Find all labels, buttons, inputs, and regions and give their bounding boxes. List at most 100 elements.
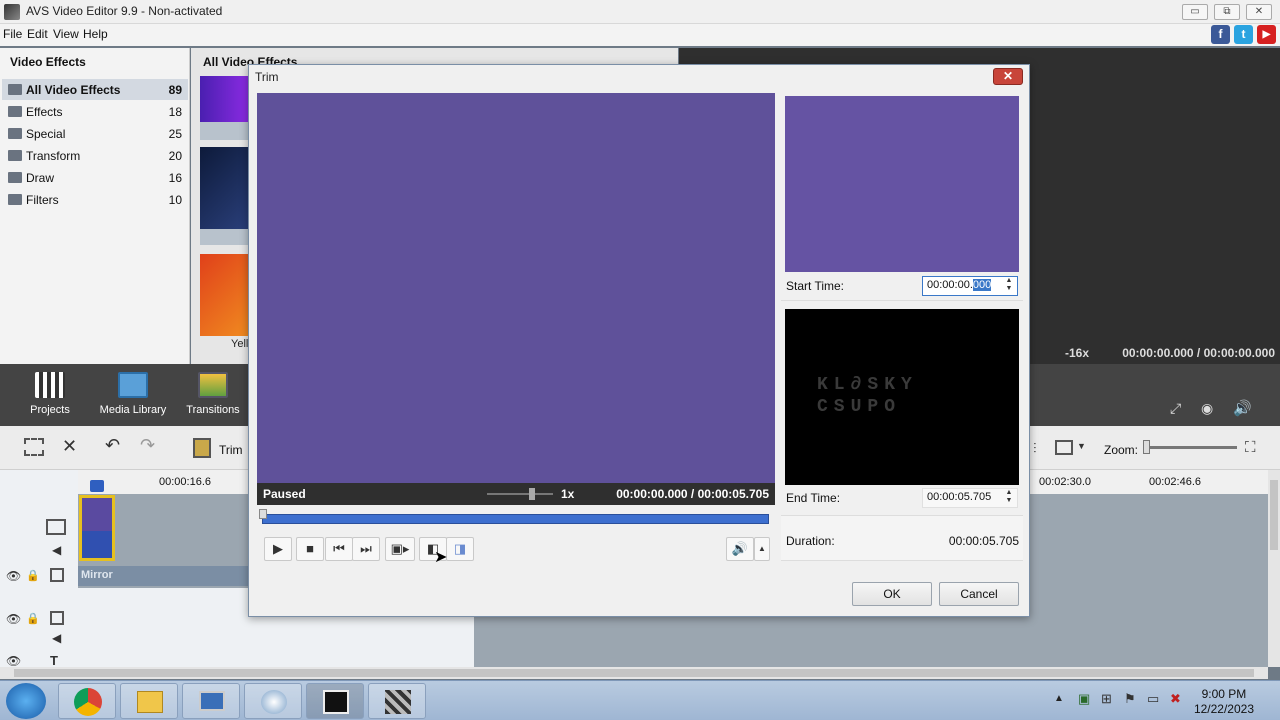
effect-clip-label: Mirror — [81, 569, 113, 581]
effects-item-transform[interactable]: Transform 20 — [2, 145, 188, 166]
visibility-eye-icon[interactable]: 👁 — [6, 654, 21, 668]
restore-button[interactable]: ⧉ — [1214, 4, 1240, 20]
effect-track-icon — [50, 568, 64, 582]
taskbar-avs-editor[interactable] — [306, 683, 364, 719]
effect-thumbnail[interactable] — [200, 147, 248, 229]
start-time-spinner-icon[interactable]: ▲ ▼ — [1002, 277, 1016, 295]
cancel-button[interactable]: Cancel — [939, 582, 1019, 606]
chrome-icon — [74, 688, 102, 716]
effects-item-count: 16 — [168, 171, 182, 185]
chevron-down-icon[interactable]: ▼ — [1077, 441, 1086, 451]
text-track-icon: T — [50, 653, 58, 668]
trim-icon[interactable] — [193, 438, 211, 458]
menu-help[interactable]: Help — [83, 27, 108, 41]
transitions-button[interactable]: Transitions — [173, 372, 253, 416]
volume-icon[interactable]: 🔊 — [1233, 399, 1252, 417]
trim-dialog-close-button[interactable]: ✕ — [993, 68, 1023, 85]
taskbar: ▲ ▣ ⊞ ⚑ ▭ ✖ 9:00 PM 12/22/2023 — [0, 680, 1280, 720]
trim-button-label[interactable]: Trim — [219, 443, 243, 457]
end-frame-thumbnail: KL∂SKY CSUPO — [785, 309, 1019, 485]
snapshot-icon[interactable]: ◉ — [1201, 400, 1213, 417]
undo-icon[interactable]: ↶ — [105, 435, 120, 456]
menu-bar: File Edit View Help — [0, 24, 1280, 46]
taskbar-explorer[interactable] — [120, 683, 178, 719]
sound-muted-icon[interactable]: ✖ — [1170, 691, 1181, 707]
display-icon[interactable]: ▭ — [1147, 691, 1159, 707]
menu-edit[interactable]: Edit — [27, 27, 48, 41]
effects-item-special[interactable]: Special 25 — [2, 123, 188, 144]
minimize-button[interactable]: ▭ — [1182, 4, 1208, 20]
tray-network-icon[interactable]: ⊞ — [1101, 691, 1112, 707]
effects-item-draw[interactable]: Draw 16 — [2, 167, 188, 188]
previous-frame-button[interactable]: ⏮ — [325, 537, 353, 561]
effects-item-count: 18 — [168, 105, 182, 119]
zoom-slider-handle[interactable] — [1143, 440, 1150, 454]
projects-button[interactable]: Projects — [10, 372, 90, 416]
next-frame-button[interactable]: ⏭ — [352, 537, 380, 561]
taskbar-app[interactable] — [182, 683, 240, 719]
horizontal-scroll-thumb[interactable] — [14, 669, 1254, 677]
taskbar-app[interactable] — [244, 683, 302, 719]
youtube-icon[interactable]: ▶ — [1257, 25, 1276, 44]
trim-status-bar: Paused 1x 00:00:00.000 / 00:00:05.705 — [257, 483, 775, 505]
menu-file[interactable]: File — [3, 27, 22, 41]
volume-chevron-up-icon[interactable]: ▲ — [754, 537, 770, 561]
taskbar-avs-app[interactable] — [368, 683, 426, 719]
lock-icon[interactable]: 🔒 — [26, 612, 40, 625]
seek-bar-handle[interactable] — [259, 509, 267, 519]
effects-item-count: 10 — [168, 193, 182, 207]
tray-app-icon[interactable]: ▣ — [1078, 691, 1090, 707]
facebook-icon[interactable]: f — [1211, 25, 1230, 44]
ok-button[interactable]: OK — [852, 582, 932, 606]
transitions-label: Transitions — [186, 404, 240, 416]
twitter-icon[interactable]: t — [1234, 25, 1253, 44]
audio-levels-icon[interactable]: ⫶ — [1033, 440, 1037, 457]
storyboard-icon[interactable] — [24, 438, 44, 456]
playhead-marker[interactable] — [90, 480, 104, 492]
system-clock[interactable]: 9:00 PM 12/22/2023 — [1194, 687, 1254, 717]
speed-slider-handle[interactable] — [529, 488, 535, 500]
tray-expand-icon[interactable]: ▲ — [1054, 693, 1064, 704]
effect-thumbnail[interactable] — [200, 254, 248, 336]
end-time-spinner-icon[interactable]: ▲ ▼ — [1002, 489, 1016, 507]
effect-thumbnail[interactable] — [200, 76, 248, 122]
vertical-scrollbar[interactable] — [1268, 470, 1280, 667]
visibility-eye-icon[interactable]: 👁 — [6, 612, 21, 626]
mouse-cursor-icon: ➤ — [434, 549, 448, 566]
delete-icon[interactable]: ✕ — [62, 436, 77, 457]
set-end-marker-button[interactable]: ◨ — [446, 537, 474, 561]
fullscreen-icon[interactable]: ⤢ — [1170, 400, 1181, 417]
volume-button[interactable]: 🔊 — [726, 537, 754, 561]
redo-icon[interactable]: ↷ — [140, 435, 155, 456]
start-button-icon[interactable] — [6, 683, 46, 719]
stop-button[interactable]: ■ — [296, 537, 324, 561]
view-mode-icon[interactable] — [1055, 440, 1073, 455]
play-button[interactable]: ▶ — [264, 537, 292, 561]
taskbar-chrome[interactable] — [58, 683, 116, 719]
play-selection-button[interactable]: ▣▸ — [385, 537, 415, 561]
divider — [781, 300, 1023, 301]
effect-clip[interactable]: Mirror — [78, 566, 248, 586]
visibility-eye-icon[interactable]: 👁 — [6, 569, 21, 583]
audio-track-icon: ◀ — [52, 631, 62, 645]
seek-bar[interactable] — [262, 514, 769, 524]
close-window-button[interactable]: ✕ — [1246, 4, 1272, 20]
lock-icon[interactable]: 🔒 — [26, 569, 40, 582]
horizontal-scrollbar[interactable] — [0, 667, 1268, 679]
ruler-tick-label: 00:02:46.6 — [1149, 476, 1201, 488]
playback-speed: 1x — [561, 487, 575, 501]
flag-icon[interactable]: ⚑ — [1124, 691, 1136, 707]
menu-view[interactable]: View — [53, 27, 79, 41]
vertical-scroll-thumb[interactable] — [1270, 480, 1278, 550]
preview-status-bar: -16x 00:00:00.000 / 00:00:00.000 — [1030, 343, 1280, 363]
transitions-icon — [198, 372, 228, 398]
speed-slider[interactable] — [487, 493, 553, 495]
zoom-slider[interactable] — [1147, 446, 1237, 449]
effects-item-effects[interactable]: Effects 18 — [2, 101, 188, 122]
effects-item-all[interactable]: All Video Effects 89 — [2, 79, 188, 100]
media-library-button[interactable]: Media Library — [93, 372, 173, 416]
folder-icon — [8, 172, 22, 183]
fit-timeline-icon[interactable]: ⛶ — [1245, 439, 1256, 456]
effects-item-filters[interactable]: Filters 10 — [2, 189, 188, 210]
video-clip[interactable] — [79, 495, 115, 561]
